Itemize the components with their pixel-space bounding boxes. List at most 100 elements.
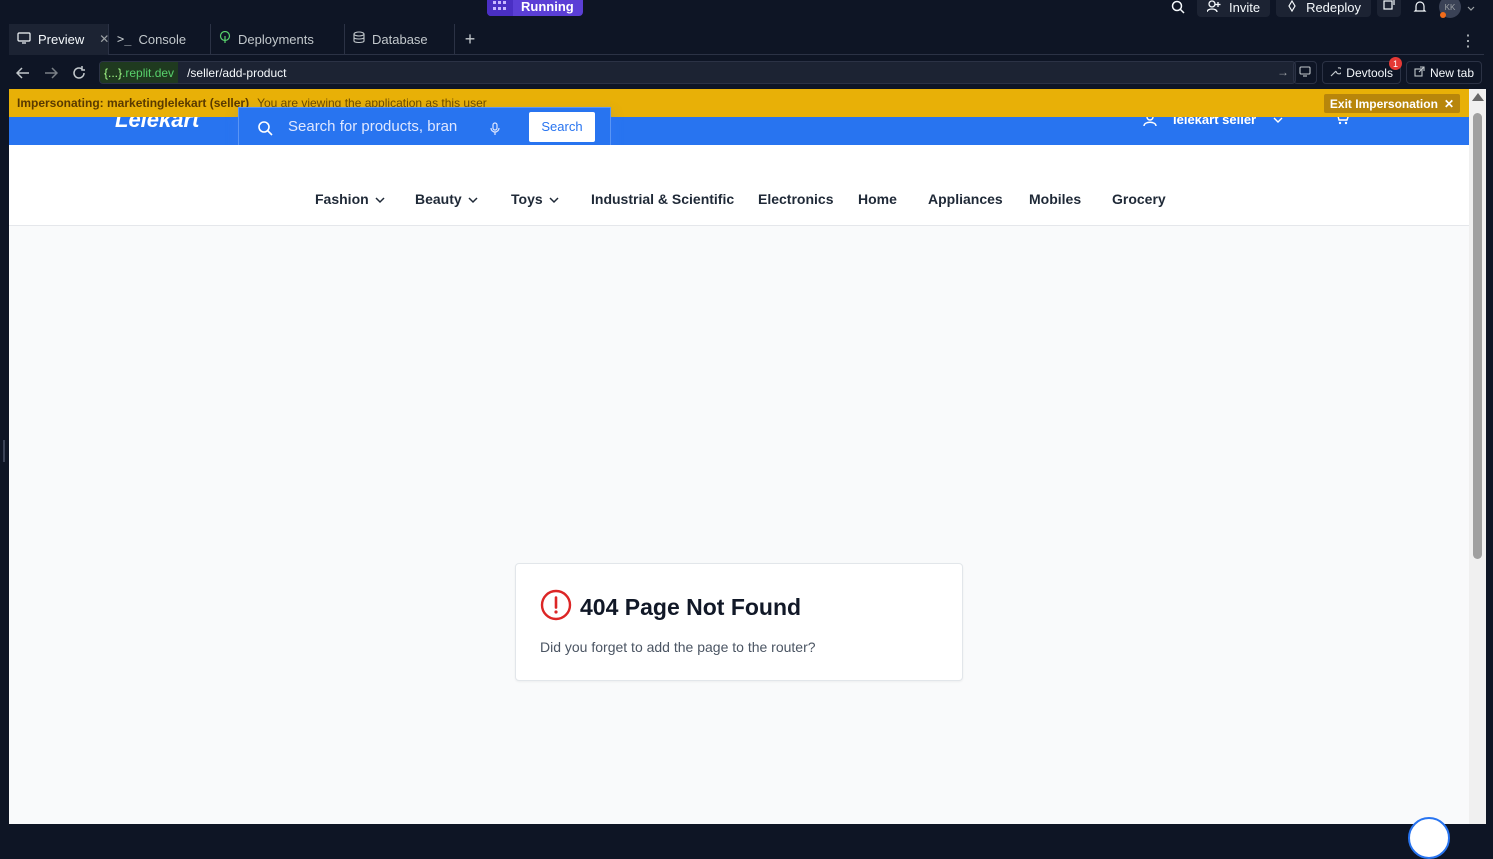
- deploy-icon: [219, 30, 231, 47]
- external-window-icon: [1383, 0, 1395, 13]
- category-nav: Fashion Beauty Toys Industrial & Scienti…: [9, 145, 1469, 226]
- reload-icon[interactable]: [65, 59, 93, 87]
- tab-label: Console: [138, 31, 187, 47]
- devtools-button[interactable]: Devtools 1: [1322, 57, 1402, 84]
- devtools-badge: 1: [1388, 57, 1402, 70]
- search-icon[interactable]: [1165, 0, 1191, 17]
- avatar-status-dot: [1440, 12, 1446, 18]
- cart-icon[interactable]: [1334, 117, 1350, 130]
- preview-viewport: Impersonating: marketinglelekart (seller…: [9, 89, 1469, 824]
- new-tab-button[interactable]: New tab: [1405, 61, 1482, 84]
- search-input[interactable]: Search for products, bran: [288, 118, 457, 135]
- deploy-icon: [1286, 0, 1298, 15]
- category-label: Mobiles: [1029, 191, 1082, 207]
- bell-icon[interactable]: [1407, 0, 1433, 17]
- category-grocery[interactable]: Grocery: [1112, 191, 1166, 207]
- category-appliances[interactable]: Appliances: [928, 191, 1003, 207]
- tab-label: Database: [372, 31, 428, 47]
- category-toys[interactable]: Toys: [511, 191, 559, 207]
- run-button[interactable]: Running: [487, 0, 583, 16]
- exit-impersonation-label: Exit Impersonation: [1329, 96, 1438, 111]
- not-found-title: 404 Page Not Found: [580, 594, 802, 620]
- category-industrial-scientific[interactable]: Industrial & Scientific: [591, 191, 734, 207]
- forward-arrow-icon[interactable]: [37, 59, 65, 87]
- preview-urlbar: {...} .replit.dev /seller/add-product → …: [9, 56, 1484, 89]
- search-button-label: Search: [541, 119, 583, 134]
- user-icon[interactable]: [1143, 117, 1157, 132]
- devtools-label: Devtools: [1346, 65, 1393, 80]
- category-mobiles[interactable]: Mobiles: [1029, 191, 1081, 207]
- alert-circle-icon: [540, 589, 572, 626]
- chevron-down-icon: [549, 191, 559, 207]
- back-arrow-icon[interactable]: [9, 59, 37, 87]
- run-status-label: Running: [521, 0, 574, 14]
- scrollbar-thumb[interactable]: [1473, 113, 1482, 559]
- avatar-initials: KK: [1444, 2, 1456, 12]
- category-electronics[interactable]: Electronics: [758, 191, 833, 207]
- scroll-up-arrow-icon[interactable]: [1472, 93, 1484, 101]
- not-found-card: 404 Page Not Found Did you forget to add…: [515, 563, 963, 681]
- category-label: Industrial & Scientific: [591, 191, 735, 207]
- category-home[interactable]: Home: [858, 191, 897, 207]
- avatar[interactable]: KK: [1439, 0, 1461, 18]
- chevron-down-icon[interactable]: [1273, 117, 1283, 129]
- workspace-topbar: Running Invite Redeploy KK: [0, 0, 1493, 24]
- tab-label: Preview: [38, 31, 85, 47]
- tab-database[interactable]: Database: [345, 23, 455, 55]
- tab-preview[interactable]: Preview ✕: [9, 23, 109, 55]
- wrench-icon: [1330, 66, 1343, 80]
- exit-impersonation-button[interactable]: Exit Impersonation ✕: [1323, 94, 1460, 113]
- chevron-down-icon: [468, 191, 478, 207]
- search-icon: [257, 120, 273, 141]
- redeploy-label: Redeploy: [1306, 0, 1361, 15]
- pane-resize-handle[interactable]: [3, 440, 5, 462]
- category-beauty[interactable]: Beauty: [415, 191, 478, 207]
- database-icon: [353, 31, 365, 47]
- run-grid-icon: [487, 0, 513, 16]
- url-host-braces: {...}: [104, 65, 123, 80]
- add-user-icon: [1206, 0, 1221, 15]
- user-menu-label[interactable]: lelekart seller: [1173, 117, 1256, 127]
- category-label: Beauty: [415, 191, 462, 207]
- chat-fab-button[interactable]: [1408, 817, 1450, 859]
- chevron-down-icon[interactable]: [1467, 0, 1475, 15]
- go-arrow-icon[interactable]: →: [1277, 65, 1289, 79]
- impersonation-banner: Impersonating: marketinglelekart (seller…: [9, 89, 1469, 117]
- redeploy-button[interactable]: Redeploy: [1276, 0, 1371, 17]
- category-label: Toys: [511, 191, 543, 207]
- add-tab-button[interactable]: +: [455, 29, 485, 50]
- monitor-icon: [17, 31, 31, 47]
- site-logo[interactable]: Lelekart: [115, 117, 199, 133]
- device-preview-button[interactable]: [1293, 61, 1318, 84]
- search-button[interactable]: Search: [529, 112, 595, 142]
- close-icon: ✕: [1443, 96, 1454, 111]
- vertical-scrollbar[interactable]: [1469, 89, 1486, 824]
- invite-button[interactable]: Invite: [1196, 0, 1271, 17]
- chevron-down-icon: [375, 191, 385, 207]
- mic-icon[interactable]: [490, 122, 500, 141]
- category-label: Home: [858, 191, 897, 207]
- invite-label: Invite: [1228, 0, 1261, 15]
- url-field[interactable]: {...} .replit.dev /seller/add-product →: [99, 61, 1296, 84]
- tab-console[interactable]: >_ Console: [109, 23, 211, 55]
- category-label: Fashion: [315, 191, 369, 207]
- tab-deployments[interactable]: Deployments: [211, 23, 345, 55]
- not-found-message: Did you forget to add the page to the ro…: [540, 639, 816, 655]
- url-host-domain: .replit.dev: [122, 65, 175, 80]
- terminal-icon: >_: [117, 32, 132, 46]
- category-label: Grocery: [1112, 191, 1166, 207]
- monitor-icon: [1299, 65, 1311, 80]
- more-vertical-icon[interactable]: ⋮: [1460, 31, 1476, 51]
- external-link-icon: [1414, 65, 1425, 80]
- close-icon[interactable]: ✕: [99, 32, 109, 46]
- url-host[interactable]: {...} .replit.dev: [100, 62, 179, 83]
- deploy-status-button[interactable]: [1377, 0, 1401, 17]
- category-fashion[interactable]: Fashion: [315, 191, 385, 207]
- category-label: Appliances: [928, 191, 1003, 207]
- pane-tabs: Preview ✕ >_ Console Deployments Databas…: [9, 23, 1484, 55]
- url-path[interactable]: /seller/add-product: [187, 66, 286, 80]
- category-label: Electronics: [758, 191, 834, 207]
- site-header: Lelekart lelekart seller: [9, 117, 1469, 145]
- impersonation-label: Impersonating: marketinglelekart (seller…: [17, 96, 250, 110]
- tab-label: Deployments: [238, 31, 314, 47]
